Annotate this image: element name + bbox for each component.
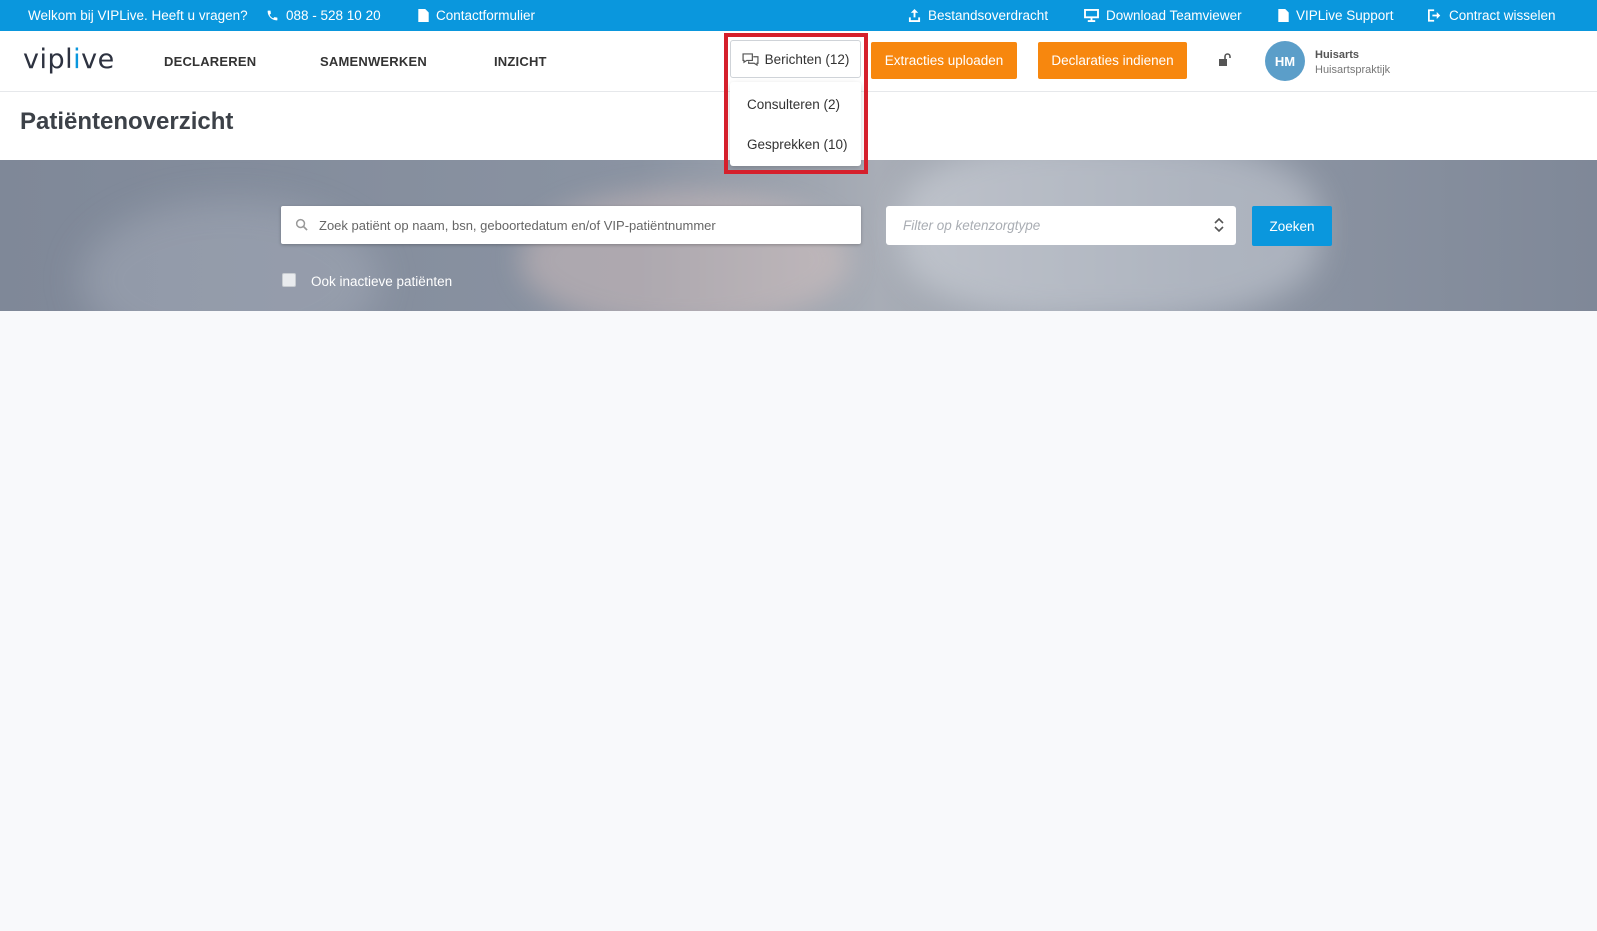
nav-samenwerken[interactable]: SAMENWERKEN: [320, 31, 427, 92]
nav-inzicht[interactable]: INZICHT: [494, 31, 547, 92]
phone-icon: [267, 10, 278, 21]
page-title: Patiëntenoverzicht: [20, 108, 234, 135]
welcome-text: Welkom bij VIPLive. Heeft u vragen?: [28, 8, 248, 23]
contract-wisselen-link[interactable]: Contract wisselen: [1428, 0, 1556, 31]
user-organization: Huisartspraktijk: [1315, 64, 1391, 76]
declaraties-indienen-button[interactable]: Declaraties indienen: [1038, 42, 1187, 79]
ketenzorgtype-filter-select[interactable]: Filter op ketenzorgtype: [886, 206, 1236, 245]
search-icon: [295, 218, 308, 231]
user-name: Huisarts: [1315, 49, 1360, 61]
logout-icon: [1428, 9, 1441, 22]
zoeken-button[interactable]: Zoeken: [1252, 206, 1332, 246]
teamviewer-link[interactable]: Download Teamviewer: [1084, 0, 1242, 31]
phone-link[interactable]: 088 - 528 10 20: [266, 0, 381, 31]
upload-icon: [908, 9, 921, 22]
highlight-box: [724, 33, 868, 174]
sort-chevron-icon: [1214, 217, 1224, 233]
patient-search-input[interactable]: [319, 206, 849, 244]
inactive-patients-checkbox[interactable]: [282, 273, 296, 287]
nav-declareren[interactable]: DECLAREREN: [164, 31, 256, 92]
viplive-logo[interactable]: viplive: [23, 44, 115, 75]
bestandsoverdracht-link[interactable]: Bestandsoverdracht: [908, 0, 1048, 31]
patient-search-field[interactable]: [281, 206, 861, 244]
document-icon: [418, 9, 429, 22]
inactive-patients-label[interactable]: Ook inactieve patiënten: [311, 274, 452, 289]
extracties-uploaden-button[interactable]: Extracties uploaden: [871, 42, 1017, 79]
monitor-icon: [1084, 9, 1099, 22]
lock-icon[interactable]: [1218, 53, 1232, 67]
contactformulier-link[interactable]: Contactformulier: [418, 0, 535, 31]
support-link[interactable]: VIPLive Support: [1278, 0, 1394, 31]
avatar[interactable]: HM: [1265, 41, 1305, 81]
top-info-bar: Welkom bij VIPLive. Heeft u vragen? 088 …: [0, 0, 1597, 31]
document-icon: [1278, 9, 1289, 22]
